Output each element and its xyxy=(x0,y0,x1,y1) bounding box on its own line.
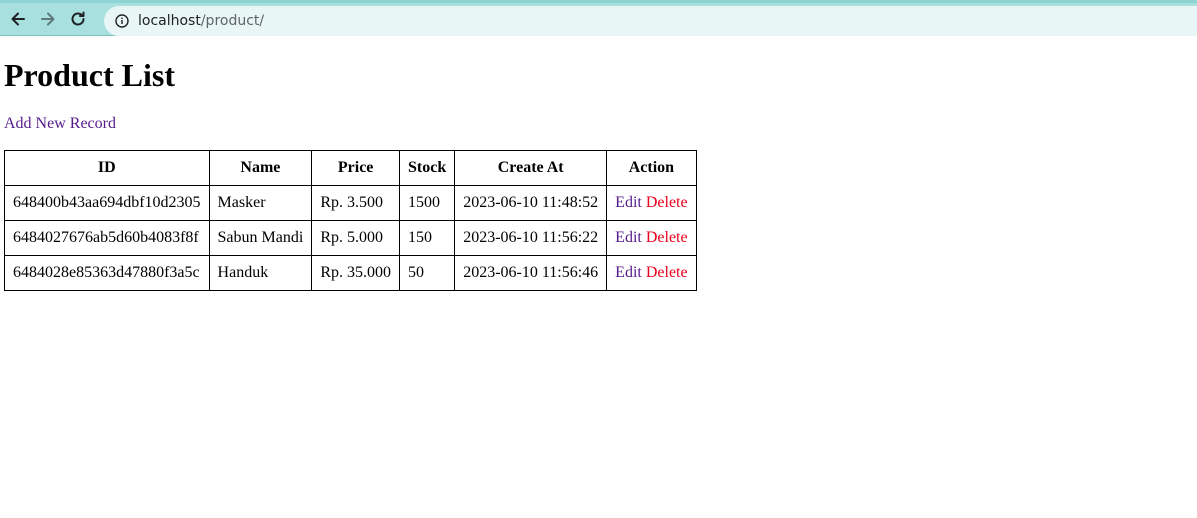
delete-link[interactable]: Delete xyxy=(646,194,688,211)
site-info-icon[interactable] xyxy=(114,13,130,29)
cell-action: Edit Delete xyxy=(606,255,697,291)
table-header-row: ID Name Price Stock Create At Action xyxy=(4,150,697,186)
header-name: Name xyxy=(208,150,313,186)
forward-arrow-icon xyxy=(41,12,55,26)
cell-id: 6484028e85363d47880f3a5c xyxy=(4,255,210,291)
page-title: Product List xyxy=(4,57,175,93)
forward-button[interactable] xyxy=(36,7,60,31)
cell-name: Masker xyxy=(208,185,313,221)
url-host: localhost xyxy=(138,13,201,29)
edit-link[interactable]: Edit xyxy=(615,194,642,211)
header-create-at: Create At xyxy=(454,150,608,186)
back-button[interactable] xyxy=(6,7,30,31)
reload-icon xyxy=(71,11,85,26)
add-new-record-link[interactable]: Add New Record xyxy=(4,115,116,133)
address-bar[interactable]: localhost/product/ xyxy=(104,6,1197,36)
back-arrow-icon xyxy=(11,12,25,26)
header-price: Price xyxy=(311,150,400,186)
reload-button[interactable] xyxy=(66,7,90,31)
header-action: Action xyxy=(606,150,697,186)
table-row: 648400b43aa694dbf10d2305 Masker Rp. 3.50… xyxy=(4,185,697,221)
delete-link[interactable]: Delete xyxy=(646,264,688,281)
cell-price: Rp. 35.000 xyxy=(311,255,400,291)
cell-stock: 50 xyxy=(398,255,456,291)
table-row: 6484028e85363d47880f3a5c Handuk Rp. 35.0… xyxy=(4,255,697,291)
product-table: ID Name Price Stock Create At Action 648… xyxy=(4,150,697,291)
delete-link[interactable]: Delete xyxy=(646,229,688,246)
cell-name: Sabun Mandi xyxy=(208,220,313,256)
cell-created: 2023-06-10 11:48:52 xyxy=(454,185,608,221)
header-stock: Stock xyxy=(398,150,456,186)
page-content: Product List Add New Record ID Name Pric… xyxy=(0,57,1197,291)
cell-stock: 1500 xyxy=(398,185,456,221)
browser-toolbar: localhost/product/ xyxy=(0,0,1197,36)
cell-id: 6484027676ab5d60b4083f8f xyxy=(4,220,210,256)
url-path: /product/ xyxy=(200,13,265,29)
cell-name: Handuk xyxy=(208,255,313,291)
header-id: ID xyxy=(4,150,210,186)
edit-link[interactable]: Edit xyxy=(615,229,642,246)
cell-stock: 150 xyxy=(398,220,456,256)
cell-action: Edit Delete xyxy=(606,185,697,221)
cell-created: 2023-06-10 11:56:46 xyxy=(454,255,608,291)
cell-created: 2023-06-10 11:56:22 xyxy=(454,220,608,256)
cell-price: Rp. 3.500 xyxy=(311,185,400,221)
table-row: 6484027676ab5d60b4083f8f Sabun Mandi Rp.… xyxy=(4,220,697,256)
cell-action: Edit Delete xyxy=(606,220,697,256)
edit-link[interactable]: Edit xyxy=(615,264,642,281)
cell-id: 648400b43aa694dbf10d2305 xyxy=(4,185,210,221)
cell-price: Rp. 5.000 xyxy=(311,220,400,256)
